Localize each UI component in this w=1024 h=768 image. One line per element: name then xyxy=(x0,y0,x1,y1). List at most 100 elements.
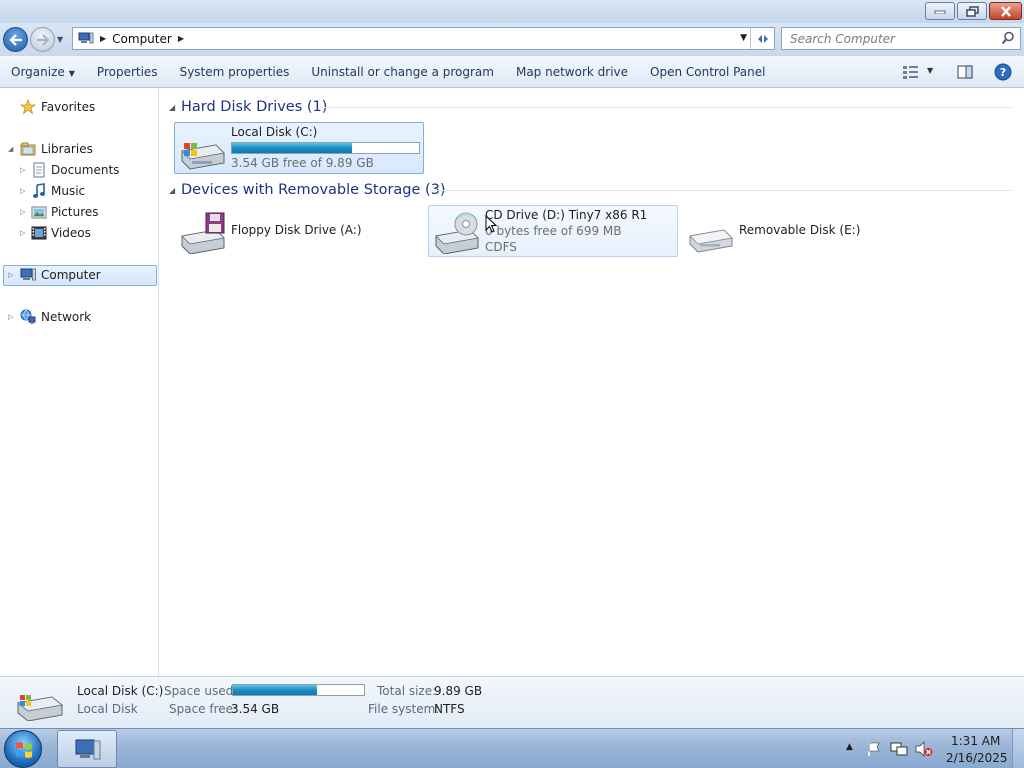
expanded-arrow-icon[interactable]: ◢ xyxy=(8,145,13,153)
refresh-button[interactable] xyxy=(750,28,774,49)
volume-muted-icon[interactable] xyxy=(915,741,933,757)
title-bar xyxy=(0,0,1024,23)
view-options-dropdown-icon[interactable]: ▼ xyxy=(927,66,933,75)
properties-button[interactable]: Properties xyxy=(86,65,169,79)
group-title: Devices with Removable Storage (3) xyxy=(181,182,446,198)
clock-date[interactable]: 2/16/2025 xyxy=(946,751,1008,765)
collapse-group-icon[interactable]: ◢ xyxy=(169,186,175,195)
show-desktop-button[interactable] xyxy=(1012,729,1024,768)
drive-tile-a[interactable]: Floppy Disk Drive (A:) xyxy=(174,205,424,257)
nav-music-label: Music xyxy=(51,184,86,198)
minimize-button[interactable] xyxy=(925,2,955,20)
close-icon xyxy=(1000,5,1011,17)
nav-videos-label: Videos xyxy=(51,226,91,240)
star-icon xyxy=(20,99,36,115)
forward-button[interactable] xyxy=(30,27,55,52)
help-icon[interactable]: ? xyxy=(994,63,1012,81)
system-properties-button[interactable]: System properties xyxy=(169,65,301,79)
breadcrumb-separator-icon[interactable]: ▶ xyxy=(100,34,106,43)
search-icon[interactable] xyxy=(1001,31,1015,45)
collapsed-arrow-icon[interactable]: ▷ xyxy=(8,271,13,279)
nav-network-label: Network xyxy=(41,310,92,324)
address-bar[interactable]: ▶ Computer ▶ ▼ xyxy=(72,27,775,50)
clock-time[interactable]: 1:31 AM xyxy=(951,734,1000,748)
drive-tile-e[interactable]: Removable Disk (E:) xyxy=(682,205,932,257)
details-drive-name: Local Disk (C:) xyxy=(77,684,164,698)
open-control-panel-button[interactable]: Open Control Panel xyxy=(639,65,776,79)
address-dropdown-icon[interactable]: ▼ xyxy=(740,33,747,43)
videos-icon xyxy=(31,226,47,240)
taskbar-explorer-button[interactable] xyxy=(57,730,117,768)
nav-pictures-label: Pictures xyxy=(51,205,99,219)
search-input[interactable] xyxy=(790,31,1000,46)
nav-pictures[interactable]: ▷ Pictures xyxy=(0,202,157,222)
nav-libraries[interactable]: ◢ Libraries xyxy=(0,139,157,159)
drive-tile-d[interactable]: CD Drive (D:) Tiny7 x86 R1 0 bytes free … xyxy=(428,205,678,257)
hard-drive-icon xyxy=(17,695,63,721)
navigation-pane: Favorites ◢ Libraries ▷ Documents ▷ Musi… xyxy=(0,88,159,676)
mouse-cursor-icon xyxy=(485,215,498,233)
collapsed-arrow-icon[interactable]: ▷ xyxy=(8,313,13,321)
restore-icon xyxy=(965,5,979,17)
details-space-free-label: Space free: xyxy=(169,702,238,716)
recent-pages-dropdown[interactable]: ▼ xyxy=(57,35,63,44)
collapsed-arrow-icon[interactable]: ▷ xyxy=(20,166,25,174)
restore-button[interactable] xyxy=(957,2,987,20)
drive-name: Floppy Disk Drive (A:) xyxy=(231,223,362,237)
collapse-group-icon[interactable]: ◢ xyxy=(169,103,175,112)
nav-computer[interactable]: ▷ Computer xyxy=(0,265,157,285)
back-button[interactable] xyxy=(3,27,28,52)
organize-menu[interactable]: Organize ▼ xyxy=(0,65,86,79)
removable-disk-icon xyxy=(689,229,733,253)
cd-drive-icon xyxy=(435,212,479,254)
details-total-size-label: Total size: xyxy=(377,684,437,698)
floppy-drive-icon xyxy=(181,212,225,254)
drive-usage-bar xyxy=(231,142,420,154)
nav-documents-label: Documents xyxy=(51,163,120,177)
nav-videos[interactable]: ▷ Videos xyxy=(0,223,157,243)
taskbar: ▲ 1:31 AM 2/16/2025 xyxy=(0,728,1024,768)
close-button[interactable] xyxy=(989,2,1022,20)
nav-music[interactable]: ▷ Music xyxy=(0,181,157,201)
search-box[interactable] xyxy=(781,27,1021,50)
collapsed-arrow-icon[interactable]: ▷ xyxy=(20,187,25,195)
map-network-drive-button[interactable]: Map network drive xyxy=(505,65,639,79)
collapsed-arrow-icon[interactable]: ▷ xyxy=(20,208,25,216)
group-divider xyxy=(430,189,1012,191)
address-row: ▼ ▶ Computer ▶ ▼ xyxy=(0,23,1024,56)
network-status-icon[interactable] xyxy=(890,741,908,757)
group-removable-storage[interactable]: ◢ Devices with Removable Storage (3) xyxy=(160,179,1018,201)
drive-name: Local Disk (C:) xyxy=(231,125,318,139)
forward-arrow-icon xyxy=(36,33,50,46)
drive-name: CD Drive (D:) Tiny7 x86 R1 xyxy=(485,208,648,222)
drive-free-space: 3.54 GB free of 9.89 GB xyxy=(231,156,374,170)
minimize-icon xyxy=(934,10,946,14)
group-divider xyxy=(320,106,1012,108)
action-center-flag-icon[interactable] xyxy=(866,741,882,757)
view-tools: ▼ ? xyxy=(894,56,1024,88)
details-pane: Local Disk (C:) Local Disk Space used: S… xyxy=(0,676,1024,728)
details-space-free-value: 3.54 GB xyxy=(231,702,280,716)
details-drive-type: Local Disk xyxy=(77,702,138,716)
music-icon xyxy=(33,183,45,198)
details-space-used-label: Space used: xyxy=(164,684,238,698)
start-button[interactable] xyxy=(4,730,42,768)
collapsed-arrow-icon[interactable]: ▷ xyxy=(20,229,25,237)
group-hard-disk-drives[interactable]: ◢ Hard Disk Drives (1) xyxy=(160,96,1018,118)
nav-favorites[interactable]: Favorites xyxy=(0,97,157,117)
computer-icon xyxy=(78,32,94,44)
preview-pane-icon[interactable] xyxy=(957,64,973,80)
nav-documents[interactable]: ▷ Documents xyxy=(0,160,157,180)
details-usage-bar xyxy=(232,684,365,696)
nav-network[interactable]: ▷ Network xyxy=(0,307,157,327)
hard-drive-icon xyxy=(181,143,225,170)
drive-file-system: CDFS xyxy=(485,240,517,254)
drive-name: Removable Disk (E:) xyxy=(739,223,861,237)
uninstall-program-button[interactable]: Uninstall or change a program xyxy=(300,65,505,79)
drive-tile-c[interactable]: Local Disk (C:) 3.54 GB free of 9.89 GB xyxy=(174,122,424,174)
change-view-icon[interactable] xyxy=(902,64,920,80)
breadcrumb-computer[interactable]: Computer xyxy=(112,32,172,46)
show-hidden-icons-icon[interactable]: ▲ xyxy=(846,742,853,752)
chevron-down-icon: ▼ xyxy=(68,68,75,78)
breadcrumb-separator-icon[interactable]: ▶ xyxy=(178,34,184,43)
